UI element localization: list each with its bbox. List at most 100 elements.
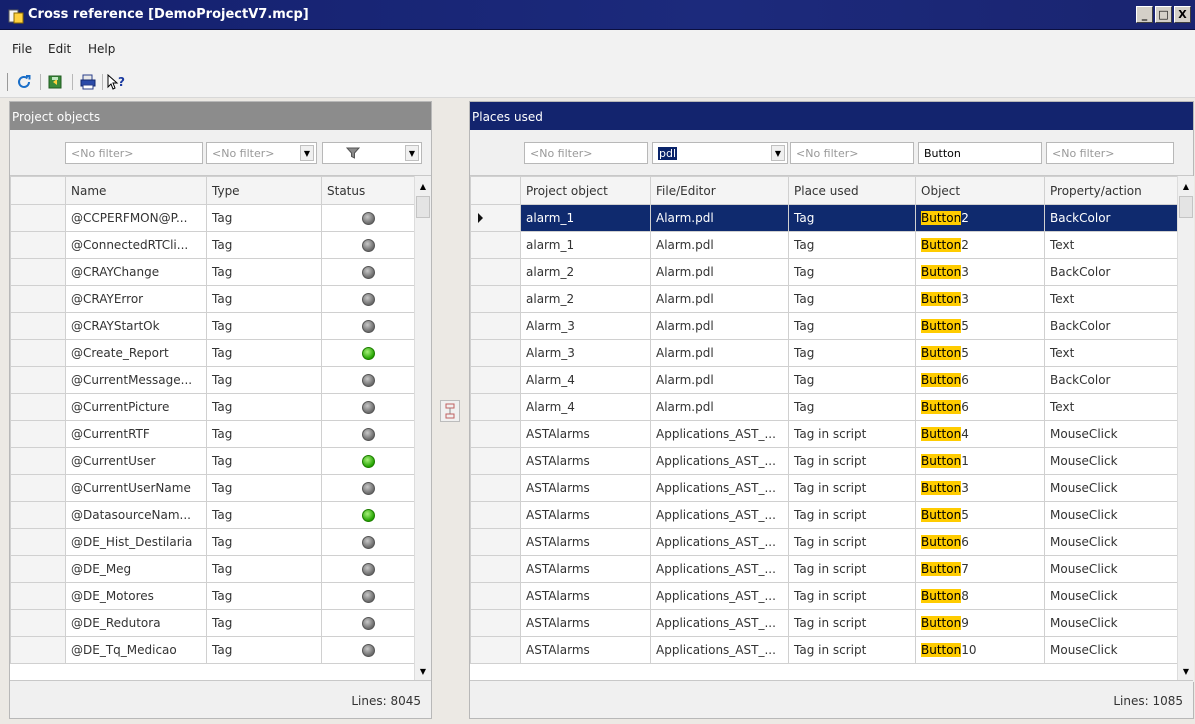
table-row[interactable]: Alarm_4 Alarm.pdl Tag Button6 BackColor bbox=[470, 366, 1178, 394]
row-selector[interactable] bbox=[10, 636, 66, 664]
row-selector[interactable] bbox=[10, 393, 66, 421]
type-filter-dropdown[interactable]: <No filter> ▼ bbox=[206, 142, 317, 164]
table-row[interactable]: Alarm_3 Alarm.pdl Tag Button5 BackColor bbox=[470, 312, 1178, 340]
scroll-up-icon[interactable]: ▲ bbox=[1178, 178, 1194, 195]
row-selector[interactable] bbox=[470, 285, 521, 313]
table-row[interactable]: @CurrentPicture Tag bbox=[10, 393, 415, 421]
row-selector[interactable] bbox=[470, 447, 521, 475]
table-row[interactable]: ASTAlarms Applications_AST_... Tag in scri… bbox=[470, 636, 1178, 664]
chevron-down-icon[interactable]: ▼ bbox=[405, 145, 419, 161]
row-selector[interactable] bbox=[10, 474, 66, 502]
table-row[interactable]: ASTAlarms Applications_AST_... Tag in scri… bbox=[470, 447, 1178, 475]
link-panes-button[interactable] bbox=[440, 400, 460, 422]
table-row[interactable]: @CurrentUser Tag bbox=[10, 447, 415, 475]
row-selector[interactable] bbox=[10, 204, 66, 232]
row-selector[interactable] bbox=[470, 339, 521, 367]
table-row[interactable]: ASTAlarms Applications_AST_... Tag in scri… bbox=[470, 474, 1178, 502]
property-action-filter-input[interactable]: <No filter> bbox=[1046, 142, 1174, 164]
column-header-name[interactable]: Name bbox=[65, 176, 207, 205]
row-selector[interactable] bbox=[470, 474, 521, 502]
column-header-file-editor[interactable]: File/Editor bbox=[650, 176, 789, 205]
export-icon[interactable] bbox=[46, 72, 66, 92]
row-selector[interactable] bbox=[470, 258, 521, 286]
row-selector[interactable] bbox=[470, 204, 521, 232]
row-selector[interactable] bbox=[10, 582, 66, 610]
table-row[interactable]: @CurrentUserName Tag bbox=[10, 474, 415, 502]
table-row[interactable]: ASTAlarms Applications_AST_... Tag in scri… bbox=[470, 420, 1178, 448]
name-filter-input[interactable]: <No filter> bbox=[65, 142, 203, 164]
column-header-place-used[interactable]: Place used bbox=[788, 176, 916, 205]
scroll-down-icon[interactable]: ▼ bbox=[415, 663, 431, 680]
table-row[interactable]: ASTAlarms Applications_AST_... Tag in scri… bbox=[470, 555, 1178, 583]
menu-edit[interactable]: Edit bbox=[48, 42, 71, 56]
row-selector[interactable] bbox=[470, 501, 521, 529]
row-selector[interactable] bbox=[470, 528, 521, 556]
object-filter-input[interactable]: Button bbox=[918, 142, 1042, 164]
print-icon[interactable] bbox=[78, 72, 98, 92]
scroll-thumb[interactable] bbox=[416, 196, 430, 218]
row-selector[interactable] bbox=[10, 231, 66, 259]
table-row[interactable]: @CCPERFMON@P... Tag bbox=[10, 204, 415, 232]
table-row[interactable]: ASTAlarms Applications_AST_... Tag in scri… bbox=[470, 501, 1178, 529]
row-selector[interactable] bbox=[10, 555, 66, 583]
column-header-status[interactable]: Status bbox=[321, 176, 415, 205]
scroll-up-icon[interactable]: ▲ bbox=[415, 178, 431, 195]
row-selector[interactable] bbox=[10, 366, 66, 394]
row-selector[interactable] bbox=[10, 528, 66, 556]
table-row[interactable]: @CRAYStartOk Tag bbox=[10, 312, 415, 340]
column-header-type[interactable]: Type bbox=[206, 176, 322, 205]
maximize-button[interactable]: □ bbox=[1155, 6, 1172, 23]
row-selector[interactable] bbox=[10, 312, 66, 340]
table-row[interactable]: @ConnectedRTCli... Tag bbox=[10, 231, 415, 259]
row-selector[interactable] bbox=[470, 231, 521, 259]
table-row[interactable]: @DE_Motores Tag bbox=[10, 582, 415, 610]
table-row[interactable]: @CRAYChange Tag bbox=[10, 258, 415, 286]
row-selector[interactable] bbox=[10, 609, 66, 637]
scroll-down-icon[interactable]: ▼ bbox=[1178, 663, 1194, 680]
help-icon[interactable]: ? bbox=[106, 72, 126, 92]
row-selector[interactable] bbox=[10, 339, 66, 367]
table-row[interactable]: @Create_Report Tag bbox=[10, 339, 415, 367]
menu-file[interactable]: File bbox=[12, 42, 32, 56]
table-row[interactable]: Alarm_4 Alarm.pdl Tag Button6 Text bbox=[470, 393, 1178, 421]
row-selector[interactable] bbox=[470, 393, 521, 421]
row-selector[interactable] bbox=[470, 366, 521, 394]
table-row[interactable]: @DE_Hist_Destilaria Tag bbox=[10, 528, 415, 556]
table-row[interactable]: alarm_1 Alarm.pdl Tag Button2 Text bbox=[470, 231, 1178, 259]
minimize-button[interactable]: _ bbox=[1136, 6, 1153, 23]
status-filter-dropdown[interactable]: ▼ bbox=[322, 142, 422, 164]
row-selector[interactable] bbox=[470, 582, 521, 610]
chevron-down-icon[interactable]: ▼ bbox=[771, 145, 785, 161]
table-row[interactable]: alarm_1 Alarm.pdl Tag Button2 BackColor bbox=[470, 204, 1178, 232]
table-row[interactable]: @DE_Tq_Medicao Tag bbox=[10, 636, 415, 664]
chevron-down-icon[interactable]: ▼ bbox=[300, 145, 314, 161]
place-used-filter-input[interactable]: <No filter> bbox=[790, 142, 914, 164]
row-selector[interactable] bbox=[470, 420, 521, 448]
menu-help[interactable]: Help bbox=[88, 42, 115, 56]
row-selector[interactable] bbox=[10, 285, 66, 313]
row-selector[interactable] bbox=[470, 636, 521, 664]
row-selector[interactable] bbox=[10, 420, 66, 448]
table-row[interactable]: ASTAlarms Applications_AST_... Tag in scri… bbox=[470, 609, 1178, 637]
row-selector[interactable] bbox=[470, 609, 521, 637]
close-button[interactable]: X bbox=[1174, 6, 1191, 23]
table-row[interactable]: @CurrentMessage... Tag bbox=[10, 366, 415, 394]
row-selector[interactable] bbox=[10, 258, 66, 286]
left-vertical-scrollbar[interactable]: ▲ ▼ bbox=[414, 176, 431, 682]
row-selector[interactable] bbox=[10, 447, 66, 475]
table-row[interactable]: Alarm_3 Alarm.pdl Tag Button5 Text bbox=[470, 339, 1178, 367]
file-editor-filter-dropdown[interactable]: pdl ▼ bbox=[652, 142, 788, 164]
table-row[interactable]: alarm_2 Alarm.pdl Tag Button3 BackColor bbox=[470, 258, 1178, 286]
table-row[interactable]: @DE_Meg Tag bbox=[10, 555, 415, 583]
table-row[interactable]: ASTAlarms Applications_AST_... Tag in scri… bbox=[470, 582, 1178, 610]
table-row[interactable]: @CurrentRTF Tag bbox=[10, 420, 415, 448]
project-object-filter-input[interactable]: <No filter> bbox=[524, 142, 648, 164]
row-selector[interactable] bbox=[470, 555, 521, 583]
table-row[interactable]: @DE_Redutora Tag bbox=[10, 609, 415, 637]
table-row[interactable]: @CRAYError Tag bbox=[10, 285, 415, 313]
scroll-thumb[interactable] bbox=[1179, 196, 1193, 218]
table-row[interactable]: alarm_2 Alarm.pdl Tag Button3 Text bbox=[470, 285, 1178, 313]
table-row[interactable]: ASTAlarms Applications_AST_... Tag in scri… bbox=[470, 528, 1178, 556]
column-header-project-object[interactable]: Project object bbox=[520, 176, 651, 205]
column-header-object[interactable]: Object bbox=[915, 176, 1045, 205]
